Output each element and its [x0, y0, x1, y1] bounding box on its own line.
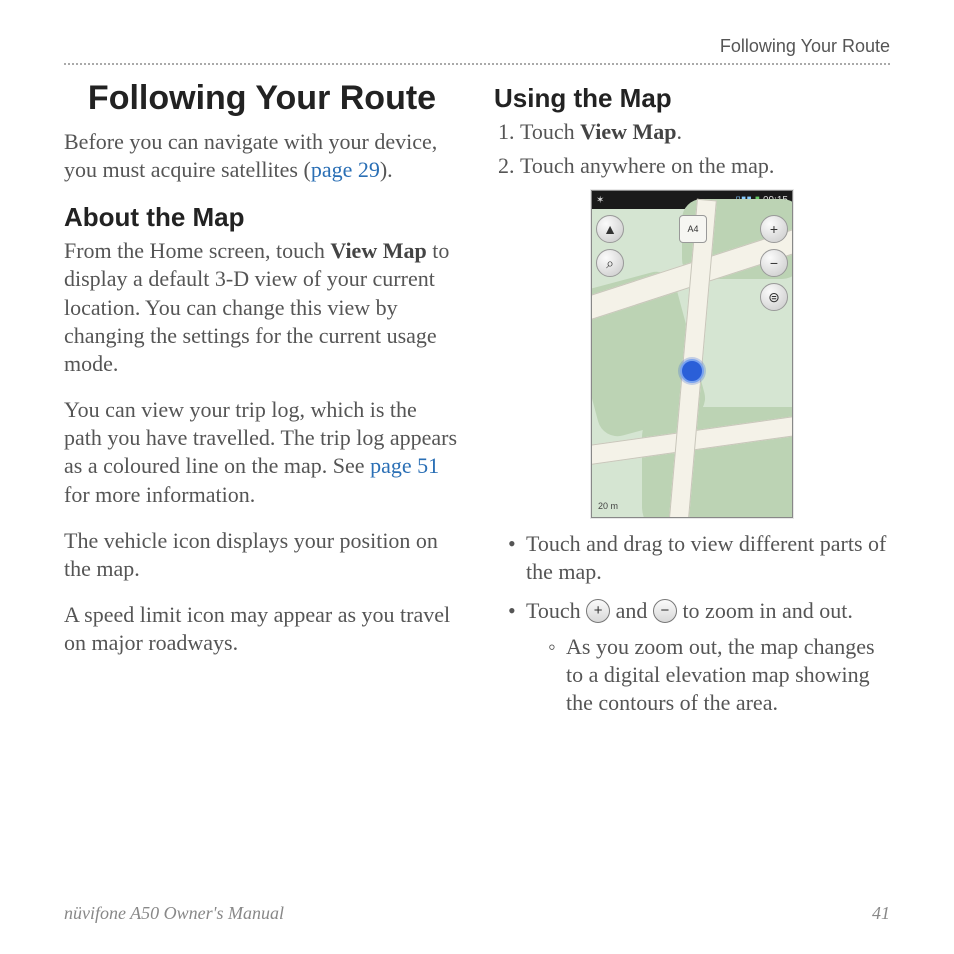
sub-bullet-elevation: As you zoom out, the map changes to a di…	[548, 633, 890, 717]
page-51-link[interactable]: page 51	[370, 453, 439, 478]
bullet-zoom: Touch + and − to zoom in and out. As you…	[508, 597, 890, 718]
gps-icon: ✶	[596, 195, 604, 206]
layers-button[interactable]: ⊜	[760, 283, 788, 311]
route-badge: A4	[679, 215, 707, 243]
search-button[interactable]: ⌕	[596, 249, 624, 277]
b2-mid: and	[610, 598, 653, 623]
about-p2-post: for more information.	[64, 482, 255, 507]
zoom-out-button[interactable]: −	[760, 249, 788, 277]
about-p1-pre: From the Home screen, touch	[64, 238, 330, 263]
footer-page-number: 41	[872, 903, 890, 924]
device-screenshot: ✶ ▯▮▮ ▮ 09:15 A4 ▲	[591, 190, 793, 518]
compass-button[interactable]: ▲	[596, 215, 624, 243]
about-p1-bold: View Map	[330, 238, 426, 263]
b2-post: to zoom in and out.	[677, 598, 853, 623]
zoom-in-button[interactable]: +	[760, 215, 788, 243]
footer-manual-title: nüvifone A50 Owner's Manual	[64, 903, 284, 924]
using-steps: Touch View Map. Touch anywhere on the ma…	[494, 118, 890, 180]
map-area[interactable]: A4 ▲ ⌕ + − ⊜ 20 m	[592, 209, 792, 517]
plus-icon: +	[586, 599, 610, 623]
minus-icon: −	[653, 599, 677, 623]
b2-pre: Touch	[526, 598, 586, 623]
intro-paragraph: Before you can navigate with your device…	[64, 128, 460, 184]
about-p1: From the Home screen, touch View Map to …	[64, 237, 460, 378]
about-p3: The vehicle icon displays your position …	[64, 527, 460, 583]
left-column: Following Your Route Before you can navi…	[64, 79, 460, 727]
about-p2: You can view your trip log, which is the…	[64, 396, 460, 509]
page-29-link[interactable]: page 29	[311, 157, 380, 182]
step1-post: .	[677, 119, 683, 144]
running-head: Following Your Route	[64, 36, 890, 65]
bullet-drag: Touch and drag to view different parts o…	[508, 530, 890, 586]
page-title: Following Your Route	[64, 79, 460, 118]
map-scale: 20 m	[598, 501, 618, 511]
intro-post: ).	[380, 157, 393, 182]
using-heading: Using the Map	[494, 83, 890, 114]
step1-pre: Touch	[520, 119, 580, 144]
right-column: Using the Map Touch View Map. Touch anyw…	[494, 79, 890, 727]
step-1: Touch View Map.	[520, 118, 890, 146]
about-p4: A speed limit icon may appear as you tra…	[64, 601, 460, 657]
step1-bold: View Map	[580, 119, 676, 144]
about-heading: About the Map	[64, 202, 460, 233]
step-2: Touch anywhere on the map.	[520, 152, 890, 180]
using-bullets: Touch and drag to view different parts o…	[494, 530, 890, 717]
